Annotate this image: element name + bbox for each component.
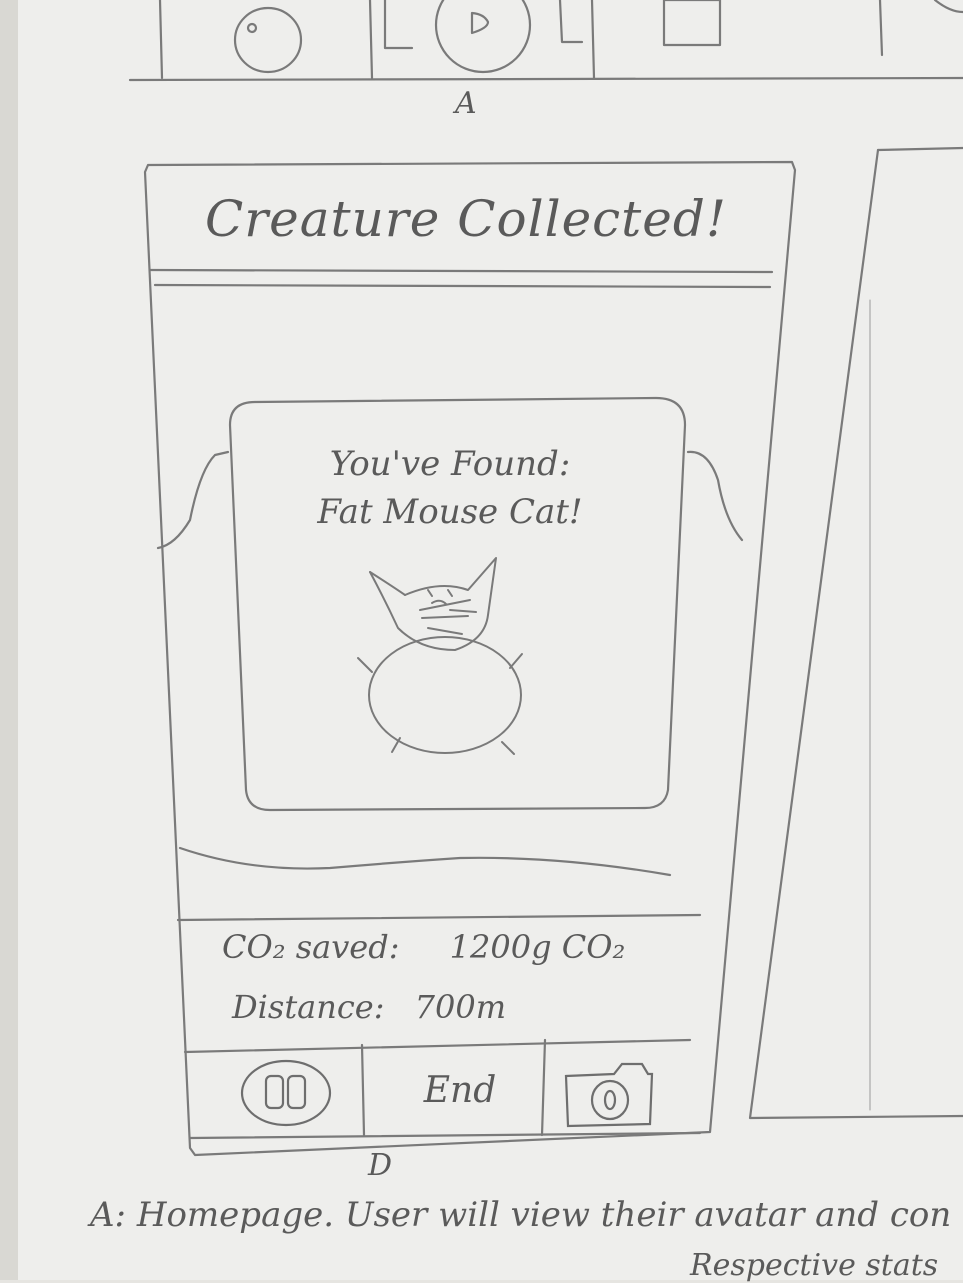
distance-value: 700m xyxy=(414,988,507,1026)
top-frame-bottom-edge xyxy=(128,76,963,82)
frame-label-d: D xyxy=(368,1148,393,1183)
top-play-circle xyxy=(434,0,532,74)
camera-button[interactable] xyxy=(560,1058,656,1130)
distance-stat: Distance: 700m xyxy=(232,988,506,1026)
pause-icon xyxy=(240,1059,332,1127)
annotation-line-1: A: Homepage. User will view their avatar… xyxy=(90,1195,952,1235)
distance-label: Distance: xyxy=(232,988,385,1026)
screen-title: Creature Collected! xyxy=(205,190,727,248)
pause-button[interactable] xyxy=(240,1058,332,1128)
camera-icon xyxy=(564,1062,654,1128)
co2-value: 1200g CO₂ xyxy=(449,928,626,966)
frame-label-a: A xyxy=(455,86,477,121)
tabbar-top-line xyxy=(183,1038,692,1054)
creature-drawing xyxy=(357,557,523,755)
annotation-line-2: Respective stats xyxy=(690,1248,939,1283)
found-card-line1: You've Found: xyxy=(329,444,571,484)
end-button[interactable]: End xyxy=(400,1060,520,1120)
top-avatar-circle xyxy=(233,6,303,74)
co2-label: CO₂ saved: xyxy=(222,928,400,966)
stats-divider xyxy=(176,913,702,922)
found-card[interactable]: You've Found: Fat Mouse Cat! xyxy=(260,440,640,536)
co2-stat: CO₂ saved: 1200g CO₂ xyxy=(222,928,625,966)
creature-name: Fat Mouse Cat! xyxy=(317,492,583,532)
